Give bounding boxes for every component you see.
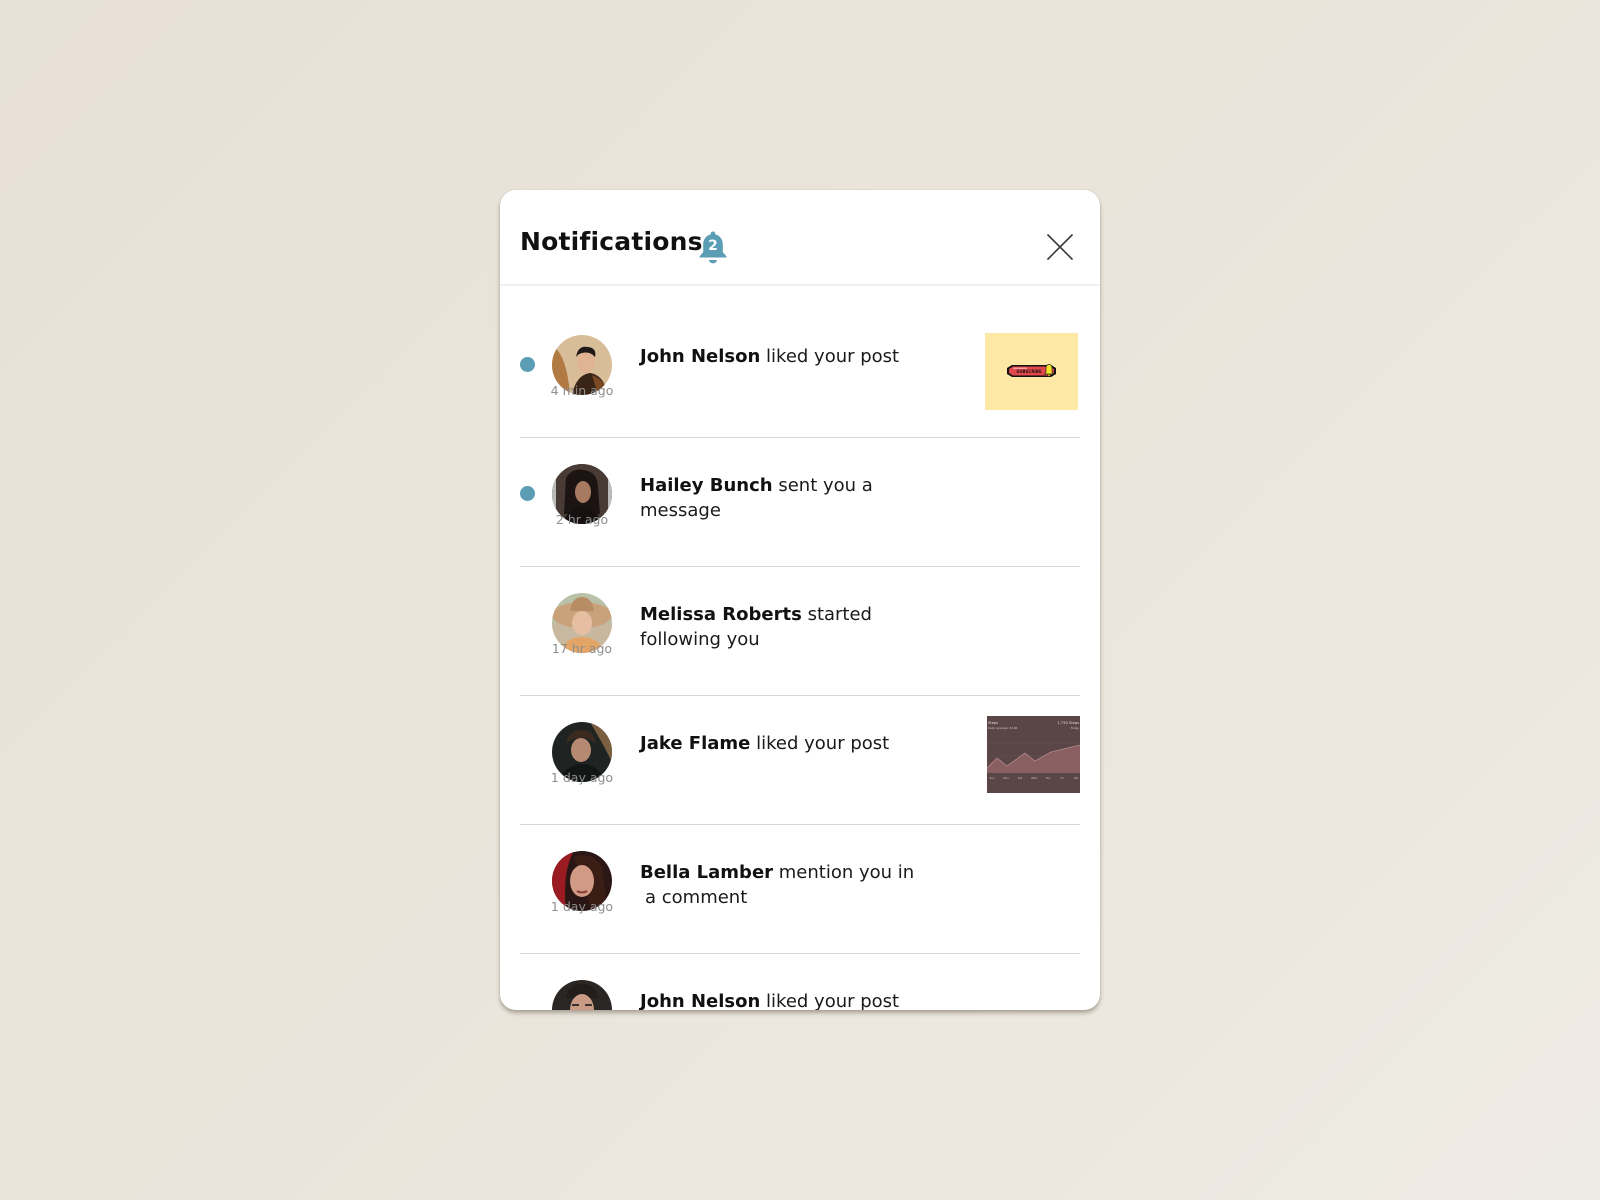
user-name[interactable]: Bella Lamber [640, 862, 773, 883]
timestamp: 17 hr ago [551, 641, 613, 656]
chart-day-label: Mon [1003, 776, 1009, 780]
chart-day-label: Fri [1060, 776, 1063, 780]
chart-subtitle: Daily average: 8,196 [988, 726, 1017, 730]
chart-day-label: Wed [1031, 776, 1037, 780]
notification-item[interactable]: 4 min ago John Nelson liked your post SU… [520, 309, 1080, 438]
user-name[interactable]: John Nelson [640, 346, 760, 367]
notification-text: Melissa Roberts started following you [640, 602, 940, 652]
panel-title: Notifications [520, 227, 703, 256]
timestamp: 1 day ago [550, 770, 614, 785]
notification-text: Jake Flame liked your post [640, 731, 940, 756]
action-text: liked your post [766, 991, 900, 1010]
chart-total-sub: Today [1070, 726, 1079, 730]
chart-day-label: Sun [990, 776, 995, 780]
notification-item[interactable]: 2 hr ago Hailey Bunch sent you a message [520, 438, 1080, 567]
timestamp: 2 hr ago [555, 512, 609, 527]
notification-text: Hailey Bunch sent you a message [640, 473, 940, 523]
notification-item[interactable]: 1 day ago Bella Lamber mention you in a … [520, 825, 1080, 954]
notification-item[interactable]: 1 day ago Jake Flame liked your post Ste… [520, 696, 1080, 825]
notification-text: John Nelson liked your post [640, 344, 940, 369]
timestamp: 1 day ago [550, 899, 614, 914]
panel-header: Notifications 2 [500, 190, 1100, 286]
chart-day-label: Tue [1018, 776, 1023, 780]
unread-dot [520, 486, 535, 501]
notification-item[interactable]: 17 hr ago Melissa Roberts started follow… [520, 567, 1080, 696]
notification-item[interactable]: John Nelson liked your post [520, 954, 1080, 1010]
avatar[interactable] [552, 980, 612, 1010]
chart-title: Steps [988, 721, 998, 725]
user-name[interactable]: Melissa Roberts [640, 604, 802, 625]
chart-day-label: Sat [1074, 776, 1078, 780]
close-button[interactable] [1046, 233, 1074, 261]
steps-chart-image: Steps Daily average: 8,196 1,750 Steps T… [987, 716, 1080, 793]
user-name[interactable]: Jake Flame [640, 733, 750, 754]
subscribe-label: SUBSCRIBE [1016, 369, 1042, 374]
unread-dot [520, 357, 535, 372]
post-thumbnail[interactable]: Steps Daily average: 8,196 1,750 Steps T… [987, 716, 1080, 793]
notification-list[interactable]: 4 min ago John Nelson liked your post SU… [500, 286, 1100, 1010]
action-text: mention you in [778, 862, 915, 883]
close-icon [1046, 233, 1074, 261]
user-name[interactable]: John Nelson [640, 991, 760, 1010]
notification-bell[interactable]: 2 [697, 230, 729, 264]
action-text-continued: a comment [645, 887, 748, 908]
notification-text: John Nelson liked your post [640, 989, 940, 1010]
user-name[interactable]: Hailey Bunch [640, 475, 773, 496]
unread-count-badge: 2 [708, 238, 718, 254]
post-thumbnail[interactable]: SUBSCRIBE [985, 333, 1078, 410]
timestamp: 4 min ago [550, 383, 614, 398]
notifications-panel: Notifications 2 4 min ago John Nelson li… [500, 190, 1100, 1010]
chart-day-label: Thu [1046, 776, 1051, 780]
chart-total: 1,750 Steps [1058, 721, 1080, 725]
action-text: liked your post [766, 346, 900, 367]
notification-text: Bella Lamber mention you in a comment [640, 860, 940, 910]
action-text: liked your post [756, 733, 890, 754]
